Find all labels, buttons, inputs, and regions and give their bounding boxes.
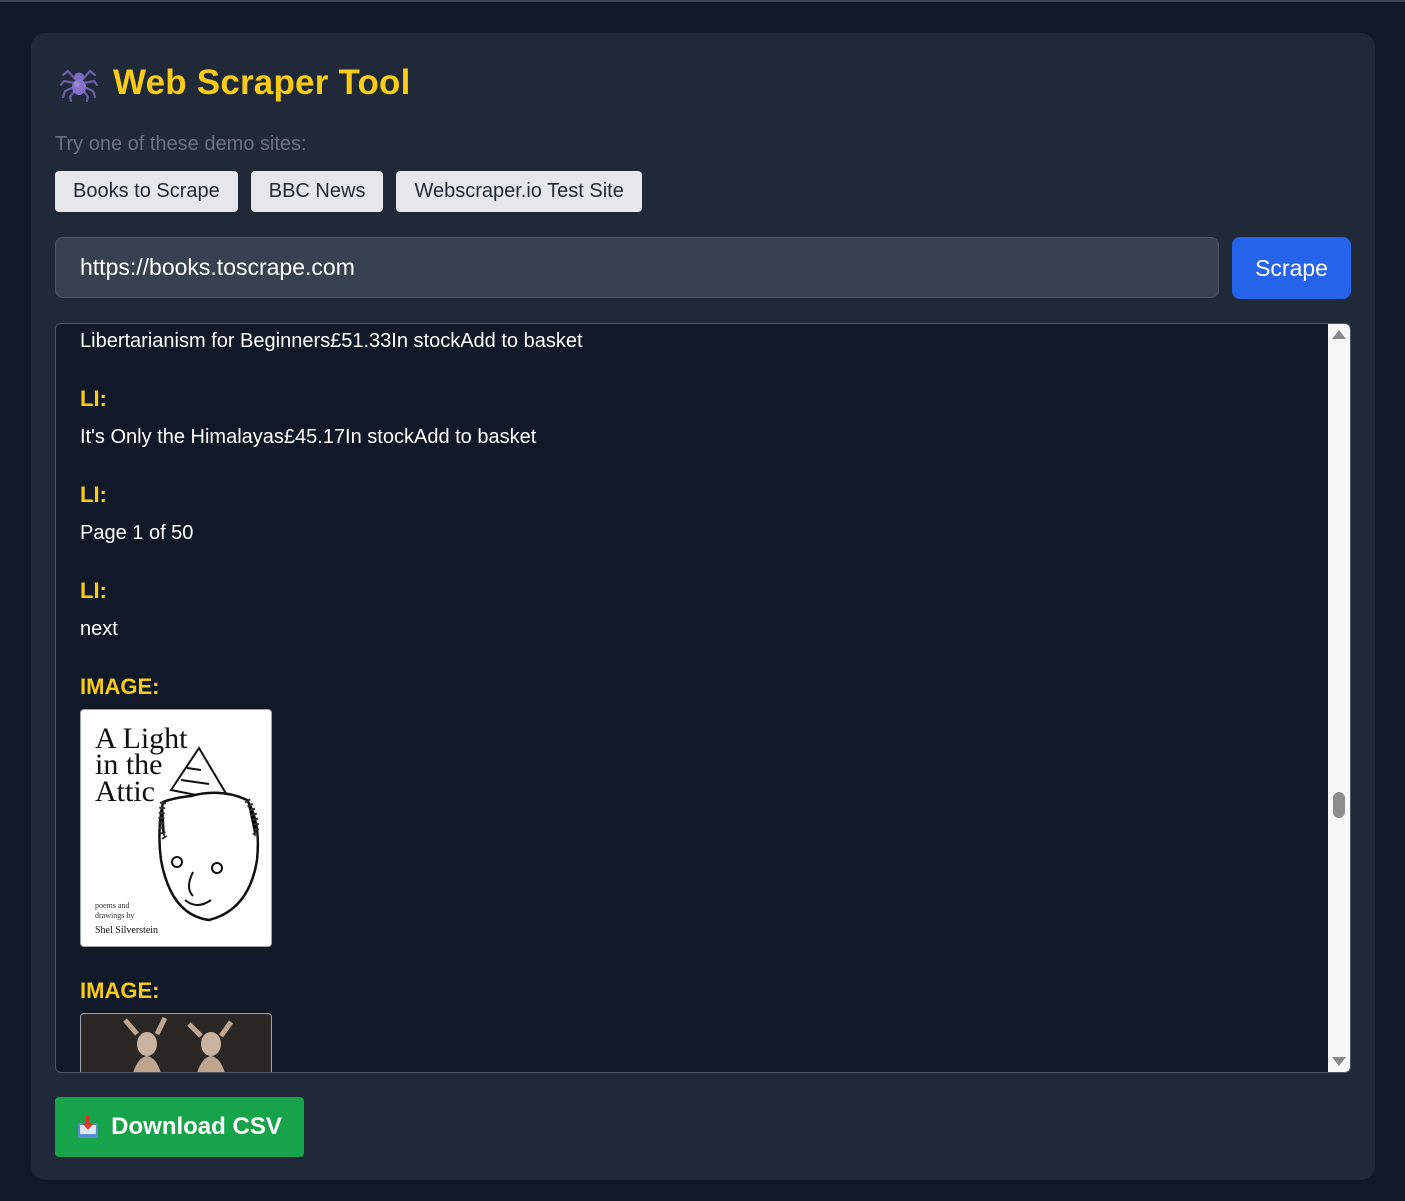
result-label: IMAGE: xyxy=(80,674,160,699)
svg-text:poems and: poems and xyxy=(95,901,129,910)
result-label: LI: xyxy=(80,386,107,411)
window-top-border xyxy=(0,0,1405,2)
svg-text:drawings by: drawings by xyxy=(95,911,134,920)
book-cover-image: A Light in the Attic poems and drawings … xyxy=(80,709,272,947)
book-cover-illustration: A Light in the Attic poems and drawings … xyxy=(81,710,271,946)
book-cover-illustration xyxy=(81,1014,271,1072)
result-label: LI: xyxy=(80,578,107,603)
result-label: LI: xyxy=(80,482,107,507)
demo-books-to-scrape-button[interactable]: Books to Scrape xyxy=(55,171,238,212)
result-text: Page 1 of 50 xyxy=(80,522,194,544)
book-cover-image xyxy=(80,1013,272,1072)
result-text: Libertarianism for Beginners£51.33In sto… xyxy=(80,330,583,352)
result-text: next xyxy=(80,618,118,640)
scrollbar-thumb[interactable] xyxy=(1333,792,1345,818)
download-csv-label: Download CSV xyxy=(111,1113,282,1140)
demo-webscraper-test-site-button[interactable]: Webscraper.io Test Site xyxy=(396,171,642,212)
scroll-up-arrow-icon[interactable] xyxy=(1332,330,1346,339)
app-title: Web Scraper Tool xyxy=(113,63,411,102)
scrape-button[interactable]: Scrape xyxy=(1232,237,1351,299)
download-tray-icon xyxy=(78,1116,99,1138)
result-label: IMAGE: xyxy=(80,978,160,1003)
results-panel[interactable]: Libertarianism for Beginners£51.33In sto… xyxy=(55,323,1351,1073)
spider-icon xyxy=(59,69,99,103)
url-input[interactable]: https://books.toscrape.com xyxy=(55,237,1219,298)
svg-text:Shel Silverstein: Shel Silverstein xyxy=(95,925,158,936)
demo-bbc-news-button[interactable]: BBC News xyxy=(250,171,384,212)
demo-sites-hint: Try one of these demo sites: xyxy=(55,133,307,155)
svg-text:Attic: Attic xyxy=(95,775,155,808)
results-scrollbar[interactable] xyxy=(1328,324,1350,1072)
header: Web Scraper Tool xyxy=(59,61,411,105)
result-text: It's Only the Himalayas£45.17In stockAdd… xyxy=(80,426,537,448)
download-csv-button[interactable]: Download CSV xyxy=(55,1097,304,1157)
scraper-card: Web Scraper Tool Try one of these demo s… xyxy=(31,33,1375,1180)
scroll-down-arrow-icon[interactable] xyxy=(1332,1057,1346,1066)
demo-sites-list: Books to Scrape BBC News Webscraper.io T… xyxy=(55,171,642,212)
